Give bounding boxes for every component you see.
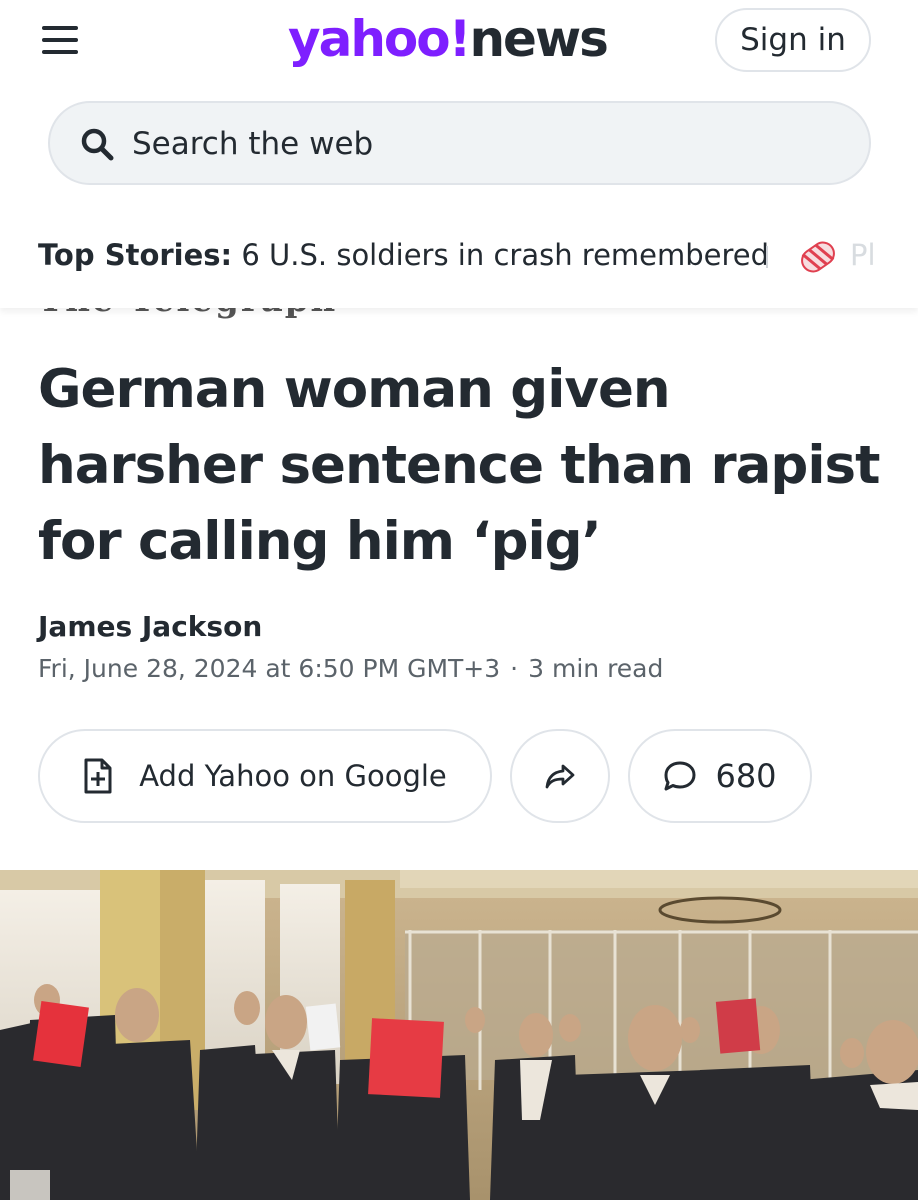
search-input[interactable]: [132, 114, 812, 174]
article-read-time: 3 min read: [528, 654, 664, 683]
article-date: Fri, June 28, 2024 at 6:50 PM GMT+3: [38, 654, 501, 683]
add-yahoo-on-google-button[interactable]: Add Yahoo on Google: [38, 729, 492, 823]
search-icon: [81, 128, 114, 161]
yahoo-news-logo[interactable]: yahoo!news: [288, 6, 609, 72]
add-yahoo-on-google-label: Add Yahoo on Google: [139, 759, 447, 793]
app-header: yahoo!news Sign in Top Stories: 6 U.S. s…: [0, 0, 918, 308]
hamburger-menu-icon[interactable]: [40, 22, 80, 58]
article-hero-image: [0, 870, 918, 1200]
comment-bubble-icon: [664, 761, 696, 791]
add-document-icon: [84, 758, 112, 794]
courtroom-photo: [0, 870, 918, 1200]
sign-in-button[interactable]: Sign in: [715, 8, 871, 72]
comment-count: 680: [715, 757, 777, 795]
share-button[interactable]: [510, 729, 610, 823]
share-arrow-icon: [545, 764, 575, 789]
candy-cane-icon: [801, 241, 835, 273]
top-stories-next-partial[interactable]: Pl: [850, 238, 876, 272]
article-title: German woman given harsher sentence than…: [38, 359, 880, 572]
top-stories-headline[interactable]: 6 U.S. soldiers in crash remembered: [241, 238, 769, 272]
top-stories-ticker[interactable]: Top Stories: 6 U.S. soldiers in crash re…: [38, 238, 769, 278]
article-author[interactable]: James Jackson: [38, 610, 262, 643]
meta-separator: ·: [510, 654, 519, 683]
logo-news: news: [469, 10, 608, 68]
top-stories-label: Top Stories:: [38, 238, 233, 272]
ticker-divider: [766, 246, 768, 268]
logo-yahoo: yahoo!: [288, 10, 471, 68]
comments-button[interactable]: 680: [628, 729, 812, 823]
article-meta: Fri, June 28, 2024 at 6:50 PM GMT+3 · 3 mi…: [38, 654, 663, 683]
